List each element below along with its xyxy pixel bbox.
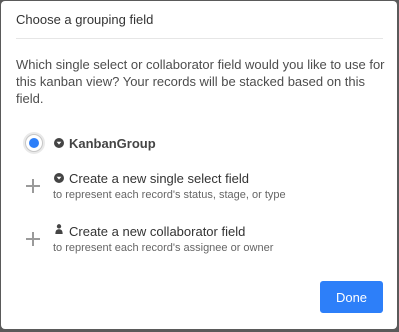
grouping-field-dialog: Choose a grouping field Which single sel… [1,1,397,329]
dialog-title: Choose a grouping field [16,12,154,27]
radio-dot [29,138,39,148]
option-label: Create a new collaborator field [69,224,246,239]
option-label: KanbanGroup [69,136,156,151]
plus-icon [26,179,40,193]
option-create-single-select[interactable]: Create a new single select field to repr… [16,170,383,204]
plus-icon [26,232,40,246]
single-select-icon [54,173,64,183]
person-icon [55,224,63,234]
radio-button-selected[interactable] [25,134,43,152]
option-kanbangroup[interactable]: KanbanGroup [16,134,383,154]
single-select-icon [54,138,64,148]
dialog-description: Which single select or collaborator fiel… [16,57,385,106]
option-sublabel: to represent each record's status, stage… [53,189,286,201]
option-sublabel: to represent each record's assignee or o… [53,242,274,254]
option-create-collaborator[interactable]: Create a new collaborator field to repre… [16,223,383,257]
done-button[interactable]: Done [320,281,383,313]
title-divider [16,38,383,39]
option-label: Create a new single select field [69,171,249,186]
